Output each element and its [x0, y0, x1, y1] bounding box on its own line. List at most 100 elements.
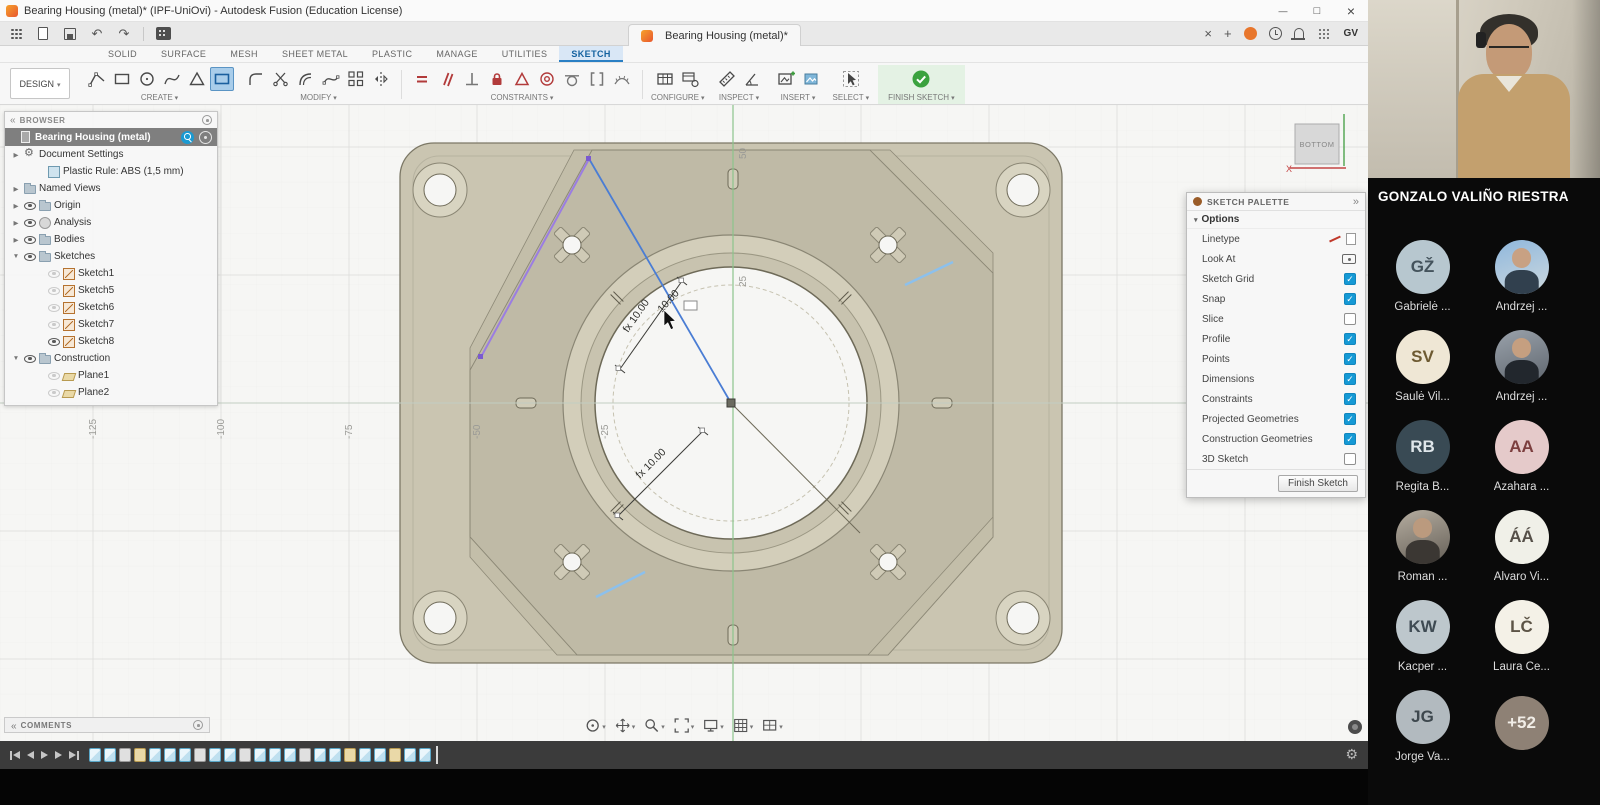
linetype-page-icon[interactable]: [1346, 233, 1356, 245]
palette-checkbox[interactable]: [1344, 413, 1356, 425]
horizontal-constraint-icon[interactable]: [410, 67, 434, 91]
palette-checkbox[interactable]: [1344, 353, 1356, 365]
history-icon[interactable]: [1269, 27, 1282, 40]
ribbon-tab-sheet-metal[interactable]: SHEET METAL: [270, 46, 360, 62]
timeline-feature-icon[interactable]: [119, 748, 131, 762]
circle-tool-icon[interactable]: [135, 67, 159, 91]
timeline-feature-icon[interactable]: [389, 748, 401, 762]
browser-root-row[interactable]: Bearing Housing (metal): [5, 128, 217, 146]
palette-options-header[interactable]: Options: [1187, 211, 1365, 229]
palette-row[interactable]: Projected Geometries: [1187, 409, 1365, 429]
ribbon-tab-sketch[interactable]: SKETCH: [559, 46, 622, 62]
finish-sketch-button[interactable]: FINISH SKETCH: [888, 93, 954, 102]
search-icon[interactable]: [181, 131, 194, 144]
help-grid-icon[interactable]: [1316, 26, 1332, 42]
insert-dropdown[interactable]: INSERT: [781, 93, 816, 102]
pattern-tool-icon[interactable]: [344, 67, 368, 91]
timeline-feature-icon[interactable]: [404, 748, 416, 762]
palette-checkbox[interactable]: [1344, 333, 1356, 345]
ribbon-tab-plastic[interactable]: PLASTIC: [360, 46, 424, 62]
mirror-tool-icon[interactable]: [369, 67, 393, 91]
participant-tile[interactable]: Andrzej ...: [1472, 321, 1571, 411]
timeline-feature-icon[interactable]: [329, 748, 341, 762]
orbit-icon[interactable]: [585, 716, 606, 734]
offset-tool-icon[interactable]: [294, 67, 318, 91]
timeline-feature-icon[interactable]: [209, 748, 221, 762]
timeline-feature-icon[interactable]: [224, 748, 236, 762]
browser-row[interactable]: Sketch8: [5, 333, 217, 350]
expand-arrow-icon[interactable]: [11, 253, 21, 260]
grid-settings-icon[interactable]: [733, 716, 754, 734]
ribbon-tab-surface[interactable]: SURFACE: [149, 46, 218, 62]
participant-tile[interactable]: AAAzahara ...: [1472, 411, 1571, 501]
redo-icon[interactable]: [116, 26, 132, 42]
visibility-eye-icon[interactable]: [48, 372, 60, 380]
notifications-bell-icon[interactable]: [1294, 28, 1304, 38]
select-cursor-icon[interactable]: [839, 67, 863, 91]
line-tool-icon[interactable]: [85, 67, 109, 91]
expand-arrow-icon[interactable]: [11, 151, 21, 159]
finish-sketch-palette-button[interactable]: Finish Sketch: [1278, 475, 1358, 492]
expand-arrow-icon[interactable]: [11, 355, 21, 362]
timeline-feature-icon[interactable]: [284, 748, 296, 762]
timeline-settings-gear-icon[interactable]: [1345, 746, 1358, 764]
participant-tile[interactable]: KWKacper ...: [1373, 591, 1472, 681]
close-button[interactable]: [1334, 0, 1368, 21]
symmetry-constraint-icon[interactable]: [585, 67, 609, 91]
ribbon-tab-solid[interactable]: SOLID: [96, 46, 149, 62]
angle-measure-icon[interactable]: [740, 67, 764, 91]
concentric-constraint-icon[interactable]: [535, 67, 559, 91]
tab-close-icon[interactable]: [1204, 25, 1212, 43]
play-icon[interactable]: [41, 751, 48, 759]
timeline-feature-icon[interactable]: [299, 748, 311, 762]
browser-row[interactable]: Plane1: [5, 367, 217, 384]
ribbon-tab-utilities[interactable]: UTILITIES: [490, 46, 560, 62]
presenter-video[interactable]: [1368, 0, 1600, 178]
expand-arrow-icon[interactable]: [11, 202, 21, 210]
finish-sketch-check-icon[interactable]: [909, 67, 933, 91]
palette-checkbox[interactable]: [1344, 273, 1356, 285]
timeline-feature-icon[interactable]: [164, 748, 176, 762]
configuration-icon[interactable]: [678, 67, 702, 91]
perpendicular-constraint-icon[interactable]: [460, 67, 484, 91]
browser-row[interactable]: Named Views: [5, 180, 217, 197]
timeline-feature-icon[interactable]: [239, 748, 251, 762]
palette-checkbox[interactable]: [1344, 313, 1356, 325]
participant-tile[interactable]: ÁÁÁlvaro Vi...: [1472, 501, 1571, 591]
minimize-button[interactable]: [1266, 0, 1300, 21]
polygon-tool-icon[interactable]: [185, 67, 209, 91]
model-canvas[interactable]: fx 10.00 fx 10.00 10.00 -125 -100 -75 -5…: [0, 105, 1368, 741]
expand-arrow-icon[interactable]: [11, 219, 21, 227]
palette-checkbox[interactable]: [1344, 373, 1356, 385]
participant-tile[interactable]: SVSaulė Vil...: [1373, 321, 1472, 411]
browser-row[interactable]: Sketch1: [5, 265, 217, 282]
canvas-corner-avatar[interactable]: [1348, 720, 1362, 734]
inspect-dropdown[interactable]: INSPECT: [719, 93, 759, 102]
participant-tile[interactable]: LČLaura Če...: [1472, 591, 1571, 681]
new-tab-icon[interactable]: [1224, 25, 1232, 43]
ribbon-tab-manage[interactable]: MANAGE: [424, 46, 489, 62]
insert-canvas-icon[interactable]: [774, 67, 798, 91]
palette-row[interactable]: Constraints: [1187, 389, 1365, 409]
viewports-icon[interactable]: [762, 716, 783, 734]
curvature-constraint-icon[interactable]: [610, 67, 634, 91]
browser-row[interactable]: Plane2: [5, 384, 217, 401]
trim-scissors-icon[interactable]: [269, 67, 293, 91]
timeline-feature-icon[interactable]: [344, 748, 356, 762]
browser-row[interactable]: Sketch6: [5, 299, 217, 316]
browser-row[interactable]: Sketch7: [5, 316, 217, 333]
parallel-constraint-icon[interactable]: [435, 67, 459, 91]
rectangle-tool-icon[interactable]: [110, 67, 134, 91]
data-panel-icon[interactable]: [155, 26, 171, 42]
timeline-position-marker[interactable]: [436, 746, 438, 764]
visibility-eye-icon[interactable]: [24, 219, 36, 227]
fillet-tool-icon[interactable]: [244, 67, 268, 91]
palette-checkbox[interactable]: [1344, 433, 1356, 445]
undo-icon[interactable]: [89, 26, 105, 42]
timeline-feature-icon[interactable]: [374, 748, 386, 762]
new-file-icon[interactable]: [35, 26, 51, 42]
timeline-feature-icon[interactable]: [194, 748, 206, 762]
palette-checkbox[interactable]: [1344, 453, 1356, 465]
palette-row[interactable]: Dimensions: [1187, 369, 1365, 389]
timeline-feature-icon[interactable]: [179, 748, 191, 762]
